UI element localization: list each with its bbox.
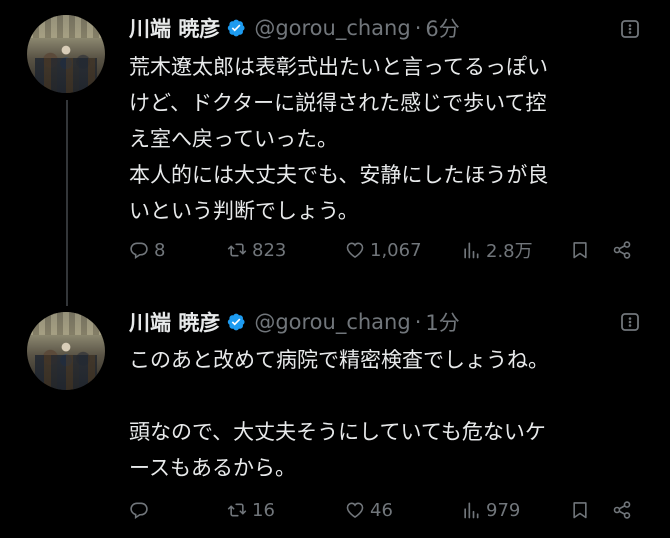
like-button[interactable]: 46	[345, 498, 393, 522]
bookmark-button[interactable]	[570, 238, 590, 262]
views-icon	[464, 502, 479, 519]
repost-button[interactable]: 823	[227, 238, 286, 262]
tweet-text-line: けど、ドクターに説得された感じで歩いて控	[129, 91, 547, 115]
bookmark-button[interactable]	[570, 498, 590, 522]
repost-count: 16	[252, 499, 275, 521]
separator-dot: ·	[414, 16, 422, 40]
heart-icon	[346, 242, 364, 259]
bookmark-icon	[573, 502, 587, 519]
handle[interactable]: @gorou_chang	[254, 16, 410, 40]
share-icon	[613, 241, 631, 259]
tweet-text: 荒木遼太郎は表彰式出たいと言ってるっぽい けど、ドクターに説得された感じで歩いて…	[129, 49, 649, 229]
repost-count: 823	[252, 239, 287, 261]
share-button[interactable]	[612, 238, 632, 262]
like-count: 46	[370, 499, 393, 521]
more-icon[interactable]	[618, 17, 642, 41]
tweet-header: 川端 暁彦 @gorou_chang · 1分	[129, 307, 460, 337]
display-name[interactable]: 川端 暁彦	[129, 307, 220, 337]
tweet-text-line: ースもあるから。	[129, 456, 296, 480]
handle[interactable]: @gorou_chang	[254, 310, 410, 334]
like-button[interactable]: 1,067	[345, 238, 422, 262]
verified-badge-icon	[228, 313, 245, 331]
views-count: 979	[486, 499, 521, 521]
share-button[interactable]	[612, 498, 632, 522]
repost-icon	[227, 503, 247, 517]
separator-dot: ·	[414, 310, 422, 334]
tweet-text-line: 荒木遼太郎は表彰式出たいと言ってるっぽい	[129, 55, 548, 79]
tweet-actions: 8 823 1,067 2.8万	[129, 238, 639, 262]
verified-badge-icon	[228, 19, 245, 37]
timestamp[interactable]: 6分	[425, 13, 459, 43]
bookmark-icon	[573, 242, 587, 259]
reply-icon	[130, 502, 148, 519]
display-name[interactable]: 川端 暁彦	[129, 13, 220, 43]
tweet-text: このあと改めて病院で精密検査でしょうね。 頭なので、大丈夫そうにしていても危ない…	[129, 342, 649, 486]
timestamp[interactable]: 1分	[425, 307, 459, 337]
tweet-text-line	[129, 378, 649, 414]
avatar[interactable]	[27, 312, 105, 390]
tweet-text-line: 本人的には大丈夫でも、安静にしたほうが良	[129, 163, 549, 187]
reply-button[interactable]	[129, 498, 154, 522]
tweet-text-line: 頭なので、大丈夫そうにしていても危ないケ	[129, 420, 546, 444]
repost-button[interactable]: 16	[227, 498, 275, 522]
reply-icon	[130, 242, 148, 259]
tweet-text-line: このあと改めて病院で精密検査でしょうね。	[129, 348, 549, 372]
views-count: 2.8万	[486, 241, 533, 262]
tweet[interactable]: 川端 暁彦 @gorou_chang · 6分 荒木遼太郎は表彰式出たいと言って…	[0, 0, 670, 292]
views-icon	[464, 242, 479, 259]
views-button[interactable]: 979	[461, 498, 520, 522]
heart-icon	[346, 502, 364, 519]
tweet-text-line: いという判断でしょう。	[129, 199, 359, 223]
tweet[interactable]: 川端 暁彦 @gorou_chang · 1分 このあと改めて病院で精密検査でし…	[0, 292, 670, 538]
like-count: 1,067	[370, 239, 422, 261]
views-button[interactable]: 2.8万	[461, 238, 533, 262]
tweet-header: 川端 暁彦 @gorou_chang · 6分	[129, 13, 460, 43]
avatar[interactable]	[27, 15, 105, 93]
repost-icon	[227, 243, 247, 257]
tweet-text-line: え室へ戻っていった。	[129, 127, 338, 151]
more-icon[interactable]	[618, 310, 642, 334]
share-icon	[613, 501, 631, 519]
reply-button[interactable]: 8	[129, 238, 165, 262]
tweet-actions: 16 46 979	[129, 498, 639, 522]
reply-count: 8	[154, 239, 166, 261]
